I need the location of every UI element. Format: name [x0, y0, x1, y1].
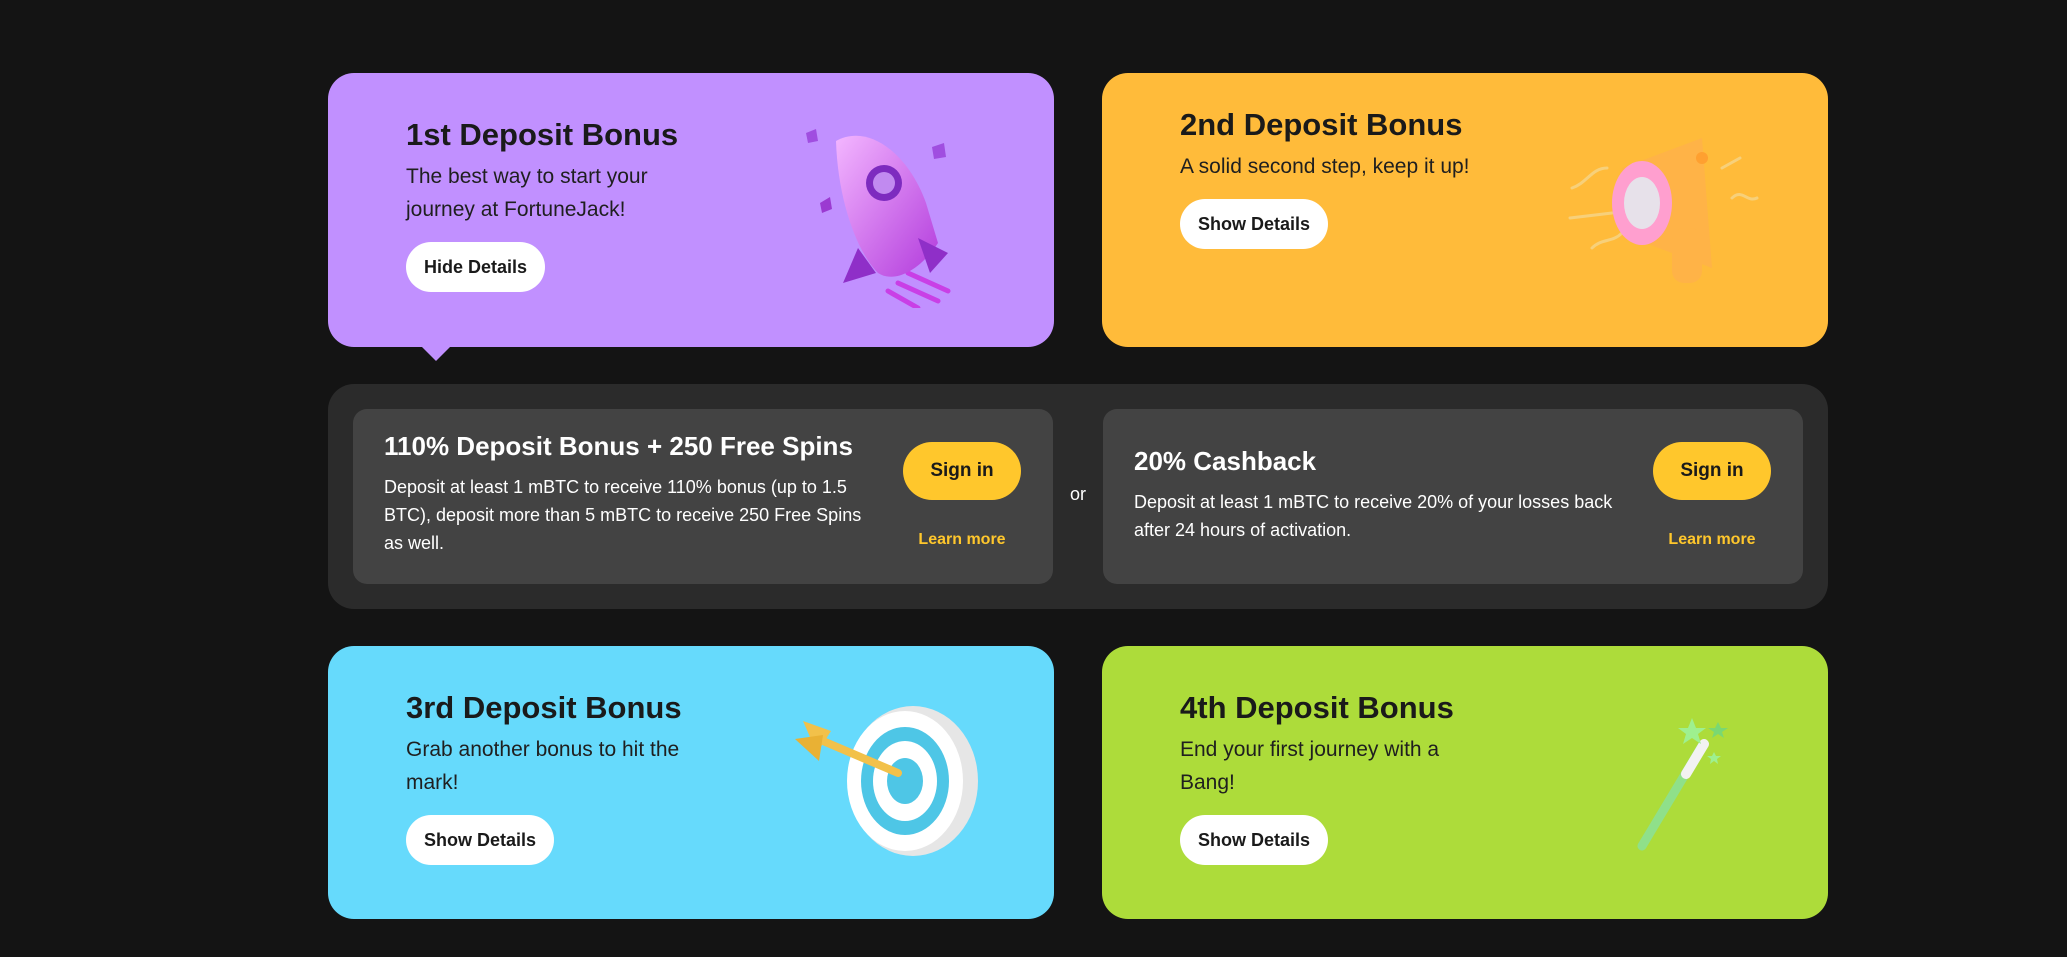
- card-pointer: [422, 347, 450, 361]
- card-title: 1st Deposit Bonus: [406, 117, 679, 152]
- learn-more-link[interactable]: Learn more: [903, 531, 1021, 549]
- deposit-bonus-card-4: 4th Deposit Bonus End your first journey…: [1102, 646, 1828, 919]
- show-details-button[interactable]: Show Details: [1180, 199, 1329, 249]
- card-description: A solid second step, keep it up!: [1180, 155, 1470, 178]
- bonus-details-panel: 110% Deposit Bonus + 250 Free Spins Depo…: [328, 384, 1828, 609]
- deposit-bonus-card-1: 1st Deposit Bonus The best way to start …: [328, 73, 1054, 361]
- card-description: Grab another bonus to hit the mark!: [406, 738, 680, 794]
- magic-wand-icon: [1637, 718, 1728, 851]
- offer-description: Deposit at least 1 mBTC to receive 110% …: [384, 477, 862, 553]
- card-text: 1st Deposit Bonus The best way to start …: [406, 119, 706, 292]
- target-icon: [795, 706, 978, 856]
- deposit-bonus-card-3: 3rd Deposit Bonus Grab another bonus to …: [328, 646, 1054, 919]
- deposit-bonus-card-2: 2nd Deposit Bonus A solid second step, k…: [1102, 73, 1828, 347]
- show-details-button[interactable]: Show Details: [1180, 815, 1329, 865]
- megaphone-icon: [1568, 138, 1759, 283]
- hide-details-button[interactable]: Hide Details: [406, 242, 546, 292]
- card-text: 3rd Deposit Bonus Grab another bonus to …: [406, 692, 706, 865]
- bonus-page: 1st Deposit Bonus The best way to start …: [0, 0, 2067, 957]
- card-title: 2nd Deposit Bonus: [1180, 107, 1463, 142]
- show-details-button[interactable]: Show Details: [406, 815, 555, 865]
- or-separator: or: [1069, 484, 1086, 504]
- card-text: 2nd Deposit Bonus A solid second step, k…: [1180, 109, 1470, 249]
- sign-in-button[interactable]: Sign in: [903, 442, 1021, 500]
- card-description: End your first journey with a Bang!: [1180, 738, 1440, 794]
- offer-card-deposit-bonus: 110% Deposit Bonus + 250 Free Spins Depo…: [353, 409, 1053, 584]
- learn-more-link[interactable]: Learn more: [1653, 531, 1771, 549]
- offer-title: 20% Cashback: [1134, 446, 1317, 476]
- offer-title: 110% Deposit Bonus + 250 Free Spins: [384, 431, 853, 461]
- sign-in-button[interactable]: Sign in: [1653, 442, 1771, 500]
- rocket-icon: [806, 129, 951, 308]
- card-description: The best way to start your journey at Fo…: [406, 165, 648, 221]
- card-title: 3rd Deposit Bonus: [406, 690, 682, 725]
- card-text: 4th Deposit Bonus End your first journey…: [1180, 692, 1480, 865]
- offer-card-cashback: 20% Cashback Deposit at least 1 mBTC to …: [1103, 409, 1803, 584]
- card-title: 4th Deposit Bonus: [1180, 690, 1454, 725]
- offer-description: Deposit at least 1 mBTC to receive 20% o…: [1134, 492, 1613, 540]
